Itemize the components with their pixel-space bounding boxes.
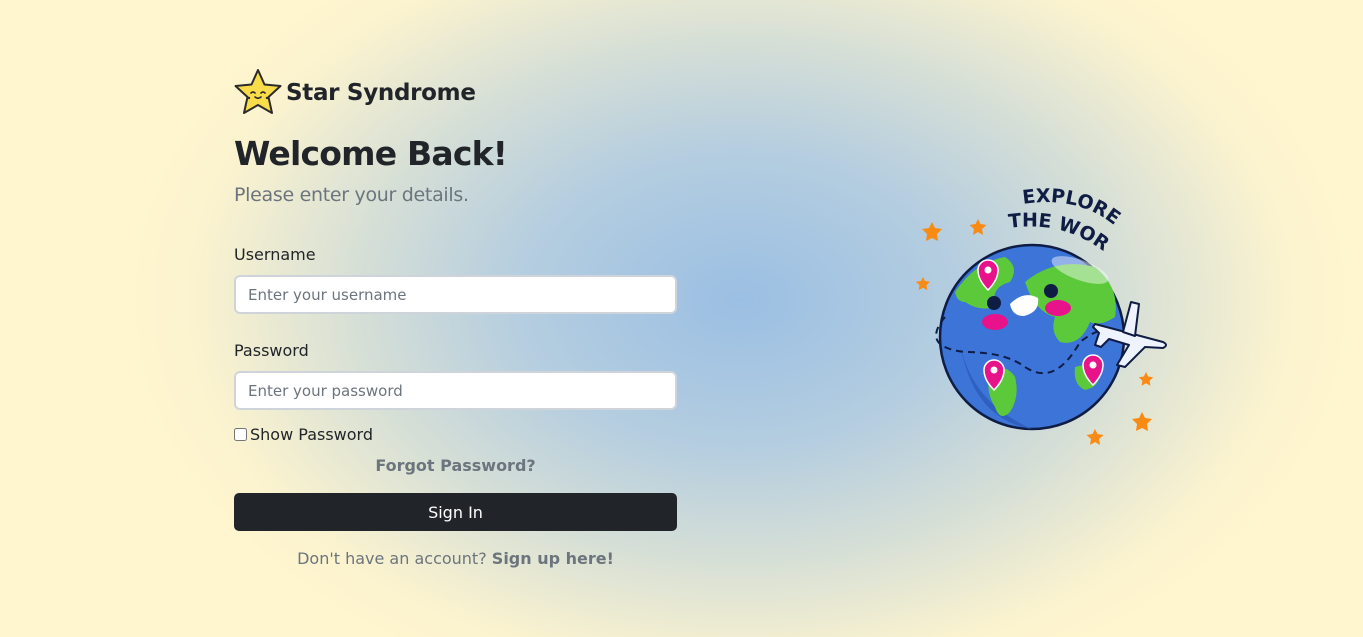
globe-explore-icon: EXPLORE THE WORLD — [905, 182, 1167, 445]
sign-in-button[interactable]: Sign In — [234, 493, 677, 531]
password-label: Password — [234, 341, 309, 360]
brand-name: Star Syndrome — [286, 80, 476, 106]
signup-prompt-text: Don't have an account? — [297, 549, 487, 568]
page-title: Welcome Back! — [234, 134, 508, 173]
username-input[interactable] — [234, 275, 677, 314]
sign-up-link[interactable]: Sign up here! — [492, 549, 614, 568]
show-password-label[interactable]: Show Password — [250, 425, 373, 444]
password-input[interactable] — [234, 371, 677, 410]
show-password-row: Show Password — [234, 425, 373, 444]
page-subtitle: Please enter your details. — [234, 184, 469, 206]
signup-prompt: Don't have an account? Sign up here! — [234, 549, 677, 568]
username-label: Username — [234, 245, 316, 264]
forgot-password-link[interactable]: Forgot Password? — [234, 456, 677, 475]
star-face-icon — [234, 69, 282, 114]
login-form-column: Star Syndrome Welcome Back! Please enter… — [232, 68, 677, 568]
show-password-checkbox[interactable] — [234, 428, 247, 441]
brand: Star Syndrome — [232, 68, 677, 118]
